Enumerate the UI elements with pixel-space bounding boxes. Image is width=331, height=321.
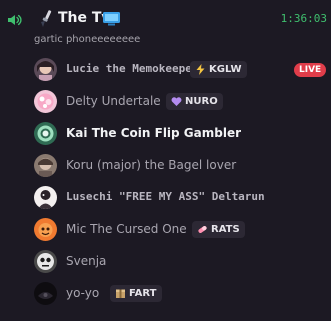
guild-tag-label: NURO	[185, 96, 218, 107]
member-row[interactable]: Lucie the Memokeeper KGLW LIVE	[0, 56, 331, 86]
live-badge: LIVE	[294, 63, 327, 77]
pill-icon	[198, 226, 207, 233]
channel-status: gartic phoneeeeeeee	[34, 34, 141, 45]
purple-heart-icon	[171, 97, 182, 106]
guild-tag[interactable]: FART	[110, 285, 162, 302]
member-row[interactable]: Delty Undertale NURO	[0, 88, 331, 118]
box-icon	[116, 289, 125, 298]
avatar[interactable]	[34, 186, 57, 209]
avatar[interactable]	[34, 58, 57, 81]
speaker-icon	[6, 12, 22, 28]
member-row[interactable]: Koru (major) the Bagel lover	[0, 152, 331, 182]
lightning-icon	[196, 64, 205, 75]
member-name[interactable]: Svenja	[66, 254, 106, 268]
tv-icon	[102, 11, 121, 27]
call-timer: 1:36:03	[280, 12, 327, 25]
member-name[interactable]: Kai The Coin Flip Gambler	[66, 126, 241, 140]
avatar[interactable]	[34, 282, 57, 305]
member-row[interactable]: Svenja	[0, 248, 331, 278]
member-name[interactable]: Koru (major) the Bagel lover	[66, 158, 236, 172]
guild-tag-label: RATS	[211, 224, 240, 235]
member-name[interactable]: Mic The Cursed One	[66, 222, 187, 236]
voice-channel-header[interactable]: The Tv 1:36:03	[0, 6, 331, 32]
member-row[interactable]: Lusechi "FREE MY ASS" Deltarun	[0, 184, 331, 214]
member-name[interactable]: yo-yo	[66, 286, 99, 300]
avatar[interactable]	[34, 90, 57, 113]
guild-tag[interactable]: NURO	[166, 93, 223, 110]
member-row[interactable]: Mic The Cursed One RATS	[0, 216, 331, 246]
avatar[interactable]	[34, 250, 57, 273]
guild-tag-label: FART	[129, 288, 157, 299]
avatar[interactable]	[34, 122, 57, 145]
avatar[interactable]	[34, 218, 57, 241]
brush-icon	[38, 9, 56, 29]
guild-tag-label: KGLW	[209, 64, 242, 75]
member-name[interactable]: Lucie the Memokeeper	[66, 62, 198, 75]
member-name[interactable]: Lusechi "FREE MY ASS" Deltarun	[66, 190, 265, 203]
member-row[interactable]: Kai The Coin Flip Gambler	[0, 120, 331, 150]
member-name[interactable]: Delty Undertale	[66, 94, 161, 108]
guild-tag[interactable]: KGLW	[190, 61, 247, 78]
guild-tag[interactable]: RATS	[192, 221, 245, 238]
avatar[interactable]	[34, 154, 57, 177]
member-row[interactable]: yo-yo FART	[0, 280, 331, 310]
